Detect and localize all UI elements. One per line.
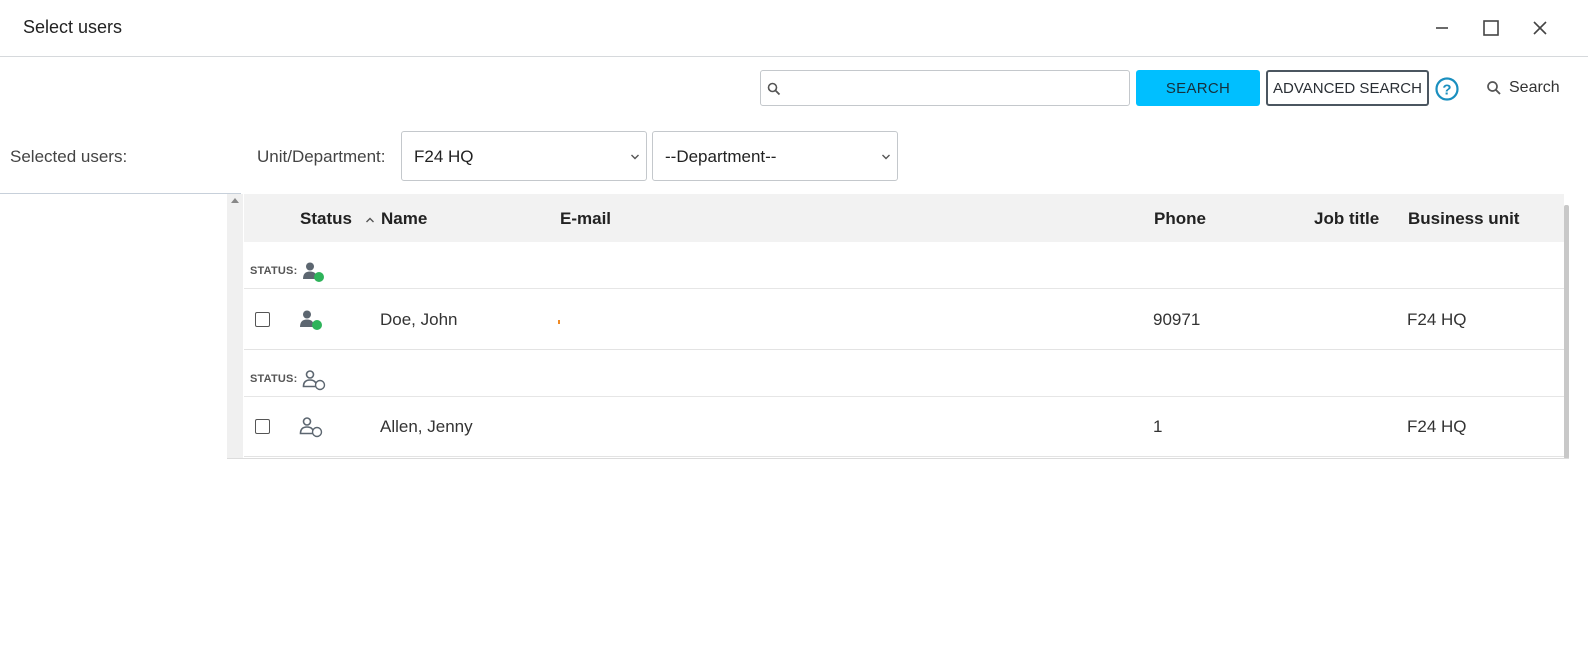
row-checkbox[interactable] <box>255 419 270 434</box>
search-field[interactable] <box>760 70 1130 106</box>
user-business-unit: F24 HQ <box>1407 310 1467 329</box>
grid-header: Status Name E-mail Phone Job title Busin… <box>244 194 1564 242</box>
user-offline-icon <box>302 370 326 391</box>
status-group-label: STATUS: <box>250 265 298 277</box>
chevron-down-icon <box>631 154 639 160</box>
table-row[interactable]: Doe, John 90971 F24 HQ <box>244 290 1564 350</box>
column-header-phone[interactable]: Phone <box>1154 209 1206 229</box>
user-name: Doe, John <box>380 310 458 329</box>
department-select-value: --Department-- <box>665 147 777 166</box>
user-phone: 1 <box>1153 417 1163 436</box>
grid-bottom-border <box>227 458 1569 459</box>
user-online-icon <box>303 262 324 282</box>
column-header-email[interactable]: E-mail <box>560 209 611 229</box>
search-link[interactable]: Search <box>1486 77 1560 99</box>
search-icon <box>1487 81 1501 95</box>
close-button[interactable] <box>1526 14 1554 42</box>
table-row[interactable]: Allen, Jenny 1 F24 HQ <box>244 397 1564 457</box>
unit-select[interactable]: F24 HQ <box>401 131 647 181</box>
department-select[interactable]: --Department-- <box>652 131 898 181</box>
title-bar: Select users <box>0 0 1588 57</box>
search-input[interactable] <box>787 71 1127 105</box>
selected-users-list[interactable] <box>0 193 241 459</box>
unit-department-label: Unit/Department: <box>257 147 386 166</box>
svg-text:?: ? <box>1442 82 1451 99</box>
maximize-button[interactable] <box>1477 14 1505 42</box>
column-header-status[interactable]: Status <box>300 209 375 229</box>
status-group-header: STATUS: <box>244 242 1564 289</box>
chevron-down-icon <box>882 154 890 160</box>
search-icon <box>767 82 781 96</box>
sort-ascending-icon <box>365 217 374 223</box>
advanced-search-button[interactable]: ADVANCED SEARCH <box>1266 70 1429 106</box>
user-phone: 90971 <box>1153 310 1201 329</box>
selected-users-scrollbar[interactable] <box>227 194 243 459</box>
minimize-button[interactable] <box>1428 14 1456 42</box>
user-online-icon <box>300 310 322 330</box>
users-grid: Status Name E-mail Phone Job title Busin… <box>244 194 1564 459</box>
column-header-name[interactable]: Name <box>381 209 427 229</box>
window-title: Select users <box>23 17 123 37</box>
minimize-icon <box>1436 27 1448 29</box>
status-group-header: STATUS: <box>244 350 1564 397</box>
maximize-icon <box>1483 20 1499 36</box>
column-header-business-unit[interactable]: Business unit <box>1408 209 1519 229</box>
column-header-job-title[interactable]: Job title <box>1314 209 1379 229</box>
user-name: Allen, Jenny <box>380 417 473 436</box>
search-link-label: Search <box>1509 79 1560 96</box>
help-icon[interactable]: ? <box>1434 76 1460 102</box>
selected-users-label: Selected users: <box>10 147 128 166</box>
scroll-up-icon[interactable] <box>231 198 239 203</box>
user-business-unit: F24 HQ <box>1407 417 1467 436</box>
user-offline-icon <box>299 417 323 438</box>
unit-select-value: F24 HQ <box>414 147 474 166</box>
row-checkbox[interactable] <box>255 312 270 327</box>
status-group-label: STATUS: <box>250 373 298 385</box>
search-button[interactable]: SEARCH <box>1136 70 1260 106</box>
close-icon <box>1533 21 1547 35</box>
email-marker <box>558 320 560 324</box>
grid-scrollbar[interactable] <box>1564 205 1569 459</box>
